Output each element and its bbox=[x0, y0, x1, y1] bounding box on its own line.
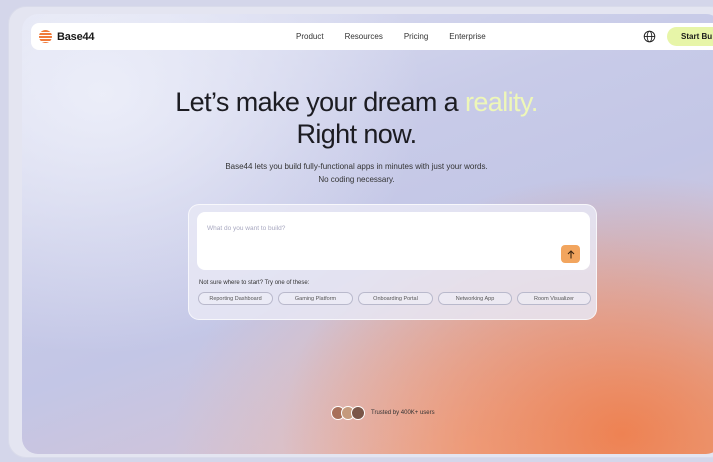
nav-link-enterprise[interactable]: Enterprise bbox=[449, 32, 485, 41]
hero-subtitle-line1: Base44 lets you build fully-functional a… bbox=[225, 162, 488, 171]
hero-title-line1: Let’s make your dream a reality. bbox=[0, 86, 713, 118]
trust-badge: Trusted by 400K+ users bbox=[331, 406, 435, 420]
nav-link-resources[interactable]: Resources bbox=[345, 32, 383, 41]
chip-room-visualizer[interactable]: Room Visualizer bbox=[517, 292, 591, 305]
suggestion-hint: Not sure where to start? Try one of thes… bbox=[199, 280, 310, 286]
nav-link-pricing[interactable]: Pricing bbox=[404, 32, 428, 41]
brand-name: Base44 bbox=[57, 30, 95, 43]
start-building-button[interactable]: Start Bu bbox=[667, 27, 713, 46]
chip-gaming-platform[interactable]: Gaming Platform bbox=[278, 292, 353, 305]
hero-title-highlight: reality. bbox=[465, 87, 538, 117]
prompt-panel: What do you want to build? Not sure wher… bbox=[188, 204, 597, 320]
suggestion-chips: Reporting Dashboard Gaming Platform Onbo… bbox=[198, 292, 591, 305]
prompt-placeholder: What do you want to build? bbox=[207, 225, 286, 232]
arrow-up-icon bbox=[567, 249, 574, 258]
send-button[interactable] bbox=[561, 245, 580, 263]
trust-text: Trusted by 400K+ users bbox=[371, 410, 435, 416]
avatar bbox=[351, 406, 365, 420]
globe-icon[interactable] bbox=[643, 30, 656, 43]
logo-icon bbox=[39, 30, 52, 43]
prompt-input[interactable] bbox=[197, 212, 590, 270]
brand-logo[interactable]: Base44 bbox=[39, 30, 95, 43]
chip-onboarding-portal[interactable]: Onboarding Portal bbox=[358, 292, 433, 305]
hero-subtitle-line2: No coding necessary. bbox=[318, 175, 395, 184]
nav-link-product[interactable]: Product bbox=[296, 32, 324, 41]
chip-networking-app[interactable]: Networking App bbox=[438, 292, 512, 305]
hero-title-line2: Right now. bbox=[296, 119, 417, 149]
chip-reporting-dashboard[interactable]: Reporting Dashboard bbox=[198, 292, 273, 305]
nav-links: Product Resources Pricing Enterprise bbox=[296, 23, 507, 50]
top-nav: Base44 Product Resources Pricing Enterpr… bbox=[31, 23, 713, 50]
hero-title-prefix: Let’s make your dream a bbox=[175, 87, 465, 117]
